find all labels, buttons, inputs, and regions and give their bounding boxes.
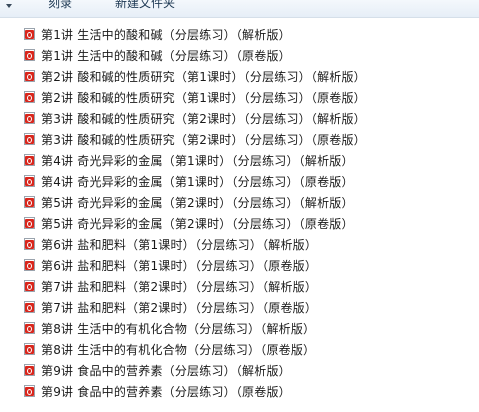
file-name: 第4讲 奇光异彩的金属（第1课时）（分层练习）（原卷版） (41, 175, 354, 189)
pdf-file-icon (24, 112, 36, 125)
burn-button[interactable]: 刻录 (48, 0, 72, 11)
file-name: 第2讲 酸和碱的性质研究（第1课时）（分层练习）（原卷版） (41, 91, 366, 105)
file-name: 第6讲 盐和肥料（第1课时）（分层练习）（原卷版） (41, 259, 318, 273)
file-list-item[interactable]: 第2讲 酸和碱的性质研究（第1课时）（分层练习）（解析版） (0, 66, 479, 87)
file-list-item[interactable]: 第3讲 酸和碱的性质研究（第2课时）（分层练习）（原卷版） (0, 129, 479, 150)
file-list-item[interactable]: 第7讲 盐和肥料（第2课时）（分层练习）（解析版） (0, 276, 479, 297)
pdf-file-icon (24, 259, 36, 272)
pdf-file-icon (24, 28, 36, 41)
file-name: 第6讲 盐和肥料（第1课时）（分层练习）（解析版） (41, 238, 318, 252)
pdf-file-icon (24, 385, 36, 398)
file-list-item[interactable]: 第8讲 生活中的有机化合物（分层练习）（原卷版） (0, 339, 479, 360)
file-list-item[interactable]: 第9讲 食品中的营养素（分层练习）（原卷版） (0, 381, 479, 402)
pdf-file-icon (24, 49, 36, 62)
pdf-file-icon (24, 70, 36, 83)
pdf-file-icon (24, 301, 36, 314)
pdf-file-icon (24, 154, 36, 167)
file-name: 第3讲 酸和碱的性质研究（第2课时）（分层练习）（解析版） (41, 112, 366, 126)
file-list-item[interactable]: 第5讲 奇光异彩的金属（第2课时）（分层练习）（原卷版） (0, 213, 479, 234)
file-list-item[interactable]: 第9讲 食品中的营养素（分层练习）（解析版） (0, 360, 479, 381)
file-list-item[interactable]: 第6讲 盐和肥料（第1课时）（分层练习）（原卷版） (0, 255, 479, 276)
file-list-item[interactable]: 第4讲 奇光异彩的金属（第1课时）（分层练习）（解析版） (0, 150, 479, 171)
new-folder-button[interactable]: 新建文件夹 (115, 0, 175, 11)
file-name: 第8讲 生活中的有机化合物（分层练习）（解析版） (41, 322, 316, 336)
pdf-file-icon (24, 238, 36, 251)
pdf-file-icon (24, 196, 36, 209)
file-name: 第7讲 盐和肥料（第2课时）（分层练习）（原卷版） (41, 301, 318, 315)
pdf-file-icon (24, 364, 36, 377)
pdf-file-icon (24, 217, 36, 230)
file-name: 第9讲 食品中的营养素（分层练习）（原卷版） (41, 385, 291, 399)
file-list-item[interactable]: 第1讲 生活中的酸和碱（分层练习）（原卷版） (0, 45, 479, 66)
file-list-item[interactable]: 第5讲 奇光异彩的金属（第2课时）（分层练习）（解析版） (0, 192, 479, 213)
file-name: 第7讲 盐和肥料（第2课时）（分层练习）（解析版） (41, 280, 318, 294)
pdf-file-icon (24, 91, 36, 104)
file-name: 第4讲 奇光异彩的金属（第1课时）（分层练习）（解析版） (41, 154, 354, 168)
file-name: 第2讲 酸和碱的性质研究（第1课时）（分层练习）（解析版） (41, 70, 366, 84)
pdf-file-icon (24, 343, 36, 356)
dropdown-arrow-icon[interactable] (6, 4, 12, 8)
explorer-toolbar: 刻录 新建文件夹 (0, 0, 479, 18)
file-name: 第3讲 酸和碱的性质研究（第2课时）（分层练习）（原卷版） (41, 133, 366, 147)
file-list-item[interactable]: 第4讲 奇光异彩的金属（第1课时）（分层练习）（原卷版） (0, 171, 479, 192)
file-list-item[interactable]: 第1讲 生活中的酸和碱（分层练习）（解析版） (0, 24, 479, 45)
file-name: 第8讲 生活中的有机化合物（分层练习）（原卷版） (41, 343, 316, 357)
file-name: 第5讲 奇光异彩的金属（第2课时）（分层练习）（原卷版） (41, 217, 354, 231)
pdf-file-icon (24, 280, 36, 293)
file-name: 第1讲 生活中的酸和碱（分层练习）（解析版） (41, 28, 291, 42)
file-list-item[interactable]: 第2讲 酸和碱的性质研究（第1课时）（分层练习）（原卷版） (0, 87, 479, 108)
pdf-file-icon (24, 322, 36, 335)
file-name: 第5讲 奇光异彩的金属（第2课时）（分层练习）（解析版） (41, 196, 354, 210)
file-list: 第1讲 生活中的酸和碱（分层练习）（解析版） 第1讲 生活中的酸和碱（分层练习）（… (0, 24, 479, 402)
file-list-item[interactable]: 第7讲 盐和肥料（第2课时）（分层练习）（原卷版） (0, 297, 479, 318)
file-list-item[interactable]: 第6讲 盐和肥料（第1课时）（分层练习）（解析版） (0, 234, 479, 255)
pdf-file-icon (24, 133, 36, 146)
pdf-file-icon (24, 175, 36, 188)
file-name: 第9讲 食品中的营养素（分层练习）（解析版） (41, 364, 291, 378)
file-name: 第1讲 生活中的酸和碱（分层练习）（原卷版） (41, 49, 291, 63)
file-list-item[interactable]: 第3讲 酸和碱的性质研究（第2课时）（分层练习）（解析版） (0, 108, 479, 129)
file-list-item[interactable]: 第8讲 生活中的有机化合物（分层练习）（解析版） (0, 318, 479, 339)
